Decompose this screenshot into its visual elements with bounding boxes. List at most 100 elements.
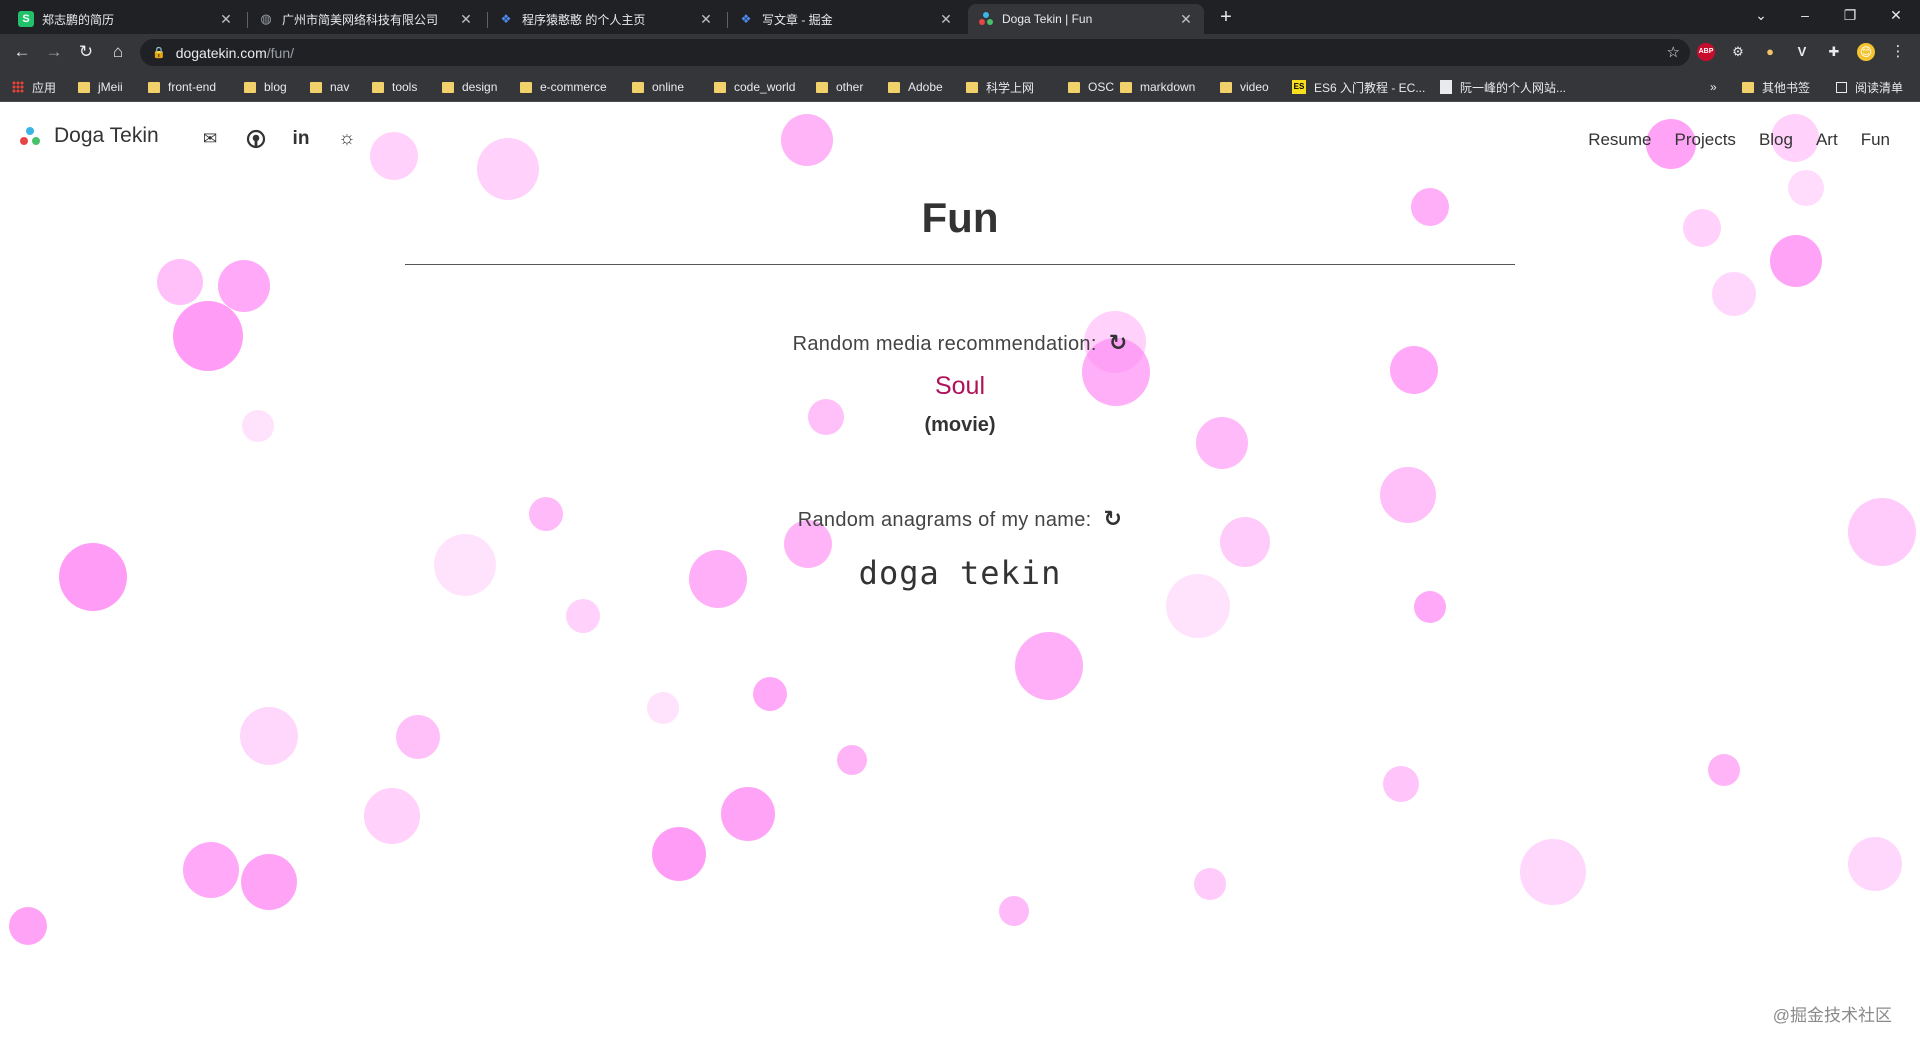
decorative-bubble xyxy=(364,788,420,844)
media-label: Random media recommendation: xyxy=(792,333,1097,355)
reading-list-button[interactable]: 阅读清单 xyxy=(1836,78,1903,96)
bookmark-item[interactable]: video xyxy=(1220,78,1269,96)
folder-icon xyxy=(1068,81,1080,93)
bookmark-item[interactable]: nav xyxy=(310,78,349,96)
decorative-bubble xyxy=(652,827,706,881)
title-divider xyxy=(405,264,1515,265)
home-icon[interactable]: ⌂ xyxy=(106,40,130,64)
refresh-anagram-icon[interactable]: ↻ xyxy=(1104,506,1123,532)
bookmark-item[interactable]: e-commerce xyxy=(520,78,607,96)
bookmark-item[interactable]: code_world xyxy=(714,78,795,96)
tab-search-icon[interactable]: ⌄ xyxy=(1741,0,1781,30)
bookmark-item[interactable]: 科学上网 xyxy=(966,78,1034,96)
media-type: (movie) xyxy=(924,414,996,436)
linkedin-icon[interactable]: in xyxy=(290,128,312,150)
close-tab-icon[interactable]: ✕ xyxy=(458,11,474,28)
close-tab-icon[interactable]: ✕ xyxy=(1178,11,1194,28)
github-icon[interactable] xyxy=(245,128,267,150)
bookmark-item[interactable]: ES ES6 入门教程 - EC... xyxy=(1292,78,1425,96)
extensions-puzzle-icon[interactable]: ✚ xyxy=(1825,43,1843,61)
tab-profile[interactable]: ❖ 程序猿憨憨 的个人主页 ✕ xyxy=(488,4,724,34)
folder-icon xyxy=(1220,81,1232,93)
bookmark-label: video xyxy=(1240,80,1269,94)
decorative-bubble xyxy=(183,842,239,898)
anagram-heading: Random anagrams of my name: ↻ xyxy=(0,506,1920,532)
nav-link-art[interactable]: Art xyxy=(1816,130,1838,150)
decorative-bubble xyxy=(566,599,600,633)
bookmark-label: tools xyxy=(392,80,418,94)
globe-icon: ◍ xyxy=(260,11,272,26)
extension-gear-icon[interactable]: ⚙ xyxy=(1729,43,1747,61)
decorative-bubble xyxy=(1414,591,1446,623)
bookmark-label: blog xyxy=(264,80,287,94)
mail-icon[interactable]: ✉ xyxy=(199,128,221,150)
close-tab-icon[interactable]: ✕ xyxy=(938,11,954,28)
bookmark-star-icon[interactable]: ☆ xyxy=(1667,43,1680,61)
folder-icon xyxy=(632,81,644,93)
bookmark-label: nav xyxy=(330,80,350,94)
extension-v-icon[interactable]: V xyxy=(1793,43,1811,61)
browser-menu-icon[interactable]: ⋮ xyxy=(1886,40,1910,64)
bookmark-item[interactable]: other xyxy=(816,78,863,96)
site-brand[interactable]: Doga Tekin xyxy=(20,124,159,148)
decorative-bubble xyxy=(218,260,270,312)
folder-icon xyxy=(816,81,828,93)
back-icon[interactable]: ← xyxy=(10,40,34,64)
refresh-media-icon[interactable]: ↻ xyxy=(1109,330,1128,356)
bookmark-item[interactable]: design xyxy=(442,78,497,96)
profile-avatar-icon[interactable]: 😊 xyxy=(1857,43,1875,61)
bookmark-item[interactable]: front-end xyxy=(148,78,216,96)
bookmark-label: 科学上网 xyxy=(986,80,1035,95)
bookmark-item[interactable]: blog xyxy=(244,78,287,96)
bookmark-label: code_world xyxy=(734,80,796,94)
bookmark-item[interactable]: tools xyxy=(372,78,417,96)
nav-link-fun[interactable]: Fun xyxy=(1861,130,1890,150)
bookmark-item[interactable]: OSC xyxy=(1068,78,1114,96)
close-window-icon[interactable]: ✕ xyxy=(1876,0,1916,30)
nav-link-projects[interactable]: Projects xyxy=(1675,130,1736,150)
forward-icon[interactable]: → xyxy=(42,40,66,64)
bookmarks-overflow-button[interactable]: » xyxy=(1710,78,1717,96)
restore-icon[interactable]: ❐ xyxy=(1830,0,1870,30)
close-tab-icon[interactable]: ✕ xyxy=(218,11,234,28)
media-title-link[interactable]: Soul xyxy=(0,372,1920,401)
decorative-bubble xyxy=(1848,837,1902,891)
url-path: /fun/ xyxy=(266,44,295,61)
anagram-label: Random anagrams of my name: xyxy=(797,509,1092,531)
decorative-bubble xyxy=(1708,754,1740,786)
extension-dot-icon[interactable]: ● xyxy=(1761,43,1779,61)
other-bookmarks-label: 其他书签 xyxy=(1762,80,1811,95)
bookmark-item[interactable]: Adobe xyxy=(888,78,943,96)
other-bookmarks-folder[interactable]: 其他书签 xyxy=(1742,78,1810,96)
close-tab-icon[interactable]: ✕ xyxy=(698,11,714,28)
theme-toggle-icon[interactable]: ☼ xyxy=(336,128,358,150)
tab-title: 写文章 - 掘金 xyxy=(762,12,833,27)
bookmark-label: other xyxy=(836,80,864,94)
anagram-text: doga tekin xyxy=(858,554,1062,592)
bookmark-label: e-commerce xyxy=(540,80,607,94)
bookmark-item[interactable]: online xyxy=(632,78,684,96)
bookmark-item[interactable]: markdown xyxy=(1120,78,1195,96)
address-bar[interactable]: 🔒 dogatekin.com /fun/ ☆ xyxy=(140,39,1690,66)
bookmark-item[interactable]: 阮一峰的个人网站... xyxy=(1440,78,1566,96)
minimize-icon[interactable]: – xyxy=(1785,0,1825,30)
decorative-bubble xyxy=(240,707,298,765)
web-page: Doga Tekin ✉ in ☼ Resume Projects Blog A… xyxy=(0,102,1920,1040)
nav-link-blog[interactable]: Blog xyxy=(1759,130,1793,150)
folder-icon xyxy=(520,81,532,93)
nav-link-resume[interactable]: Resume xyxy=(1588,130,1651,150)
decorative-bubble xyxy=(396,715,440,759)
decorative-bubble xyxy=(1712,272,1756,316)
reload-icon[interactable]: ↻ xyxy=(74,40,98,64)
tab-doga-tekin-fun[interactable]: Doga Tekin | Fun ✕ xyxy=(968,4,1204,34)
bookmark-item[interactable]: 应用 xyxy=(12,78,56,96)
tab-resume[interactable]: S 郑志鹏的简历 ✕ xyxy=(8,4,244,34)
bookmark-item[interactable]: jMeii xyxy=(78,78,123,96)
tab-write-article[interactable]: ❖ 写文章 - 掘金 ✕ xyxy=(728,4,964,34)
tab-company[interactable]: ◍ 广州市简美网络科技有限公司 ✕ xyxy=(248,4,484,34)
adblock-extension-icon[interactable]: ABP xyxy=(1697,43,1715,61)
new-tab-button[interactable]: + xyxy=(1213,4,1239,30)
bookmark-label: design xyxy=(462,80,498,94)
dots-logo-icon xyxy=(20,125,44,147)
bookmark-label: front-end xyxy=(168,80,217,94)
